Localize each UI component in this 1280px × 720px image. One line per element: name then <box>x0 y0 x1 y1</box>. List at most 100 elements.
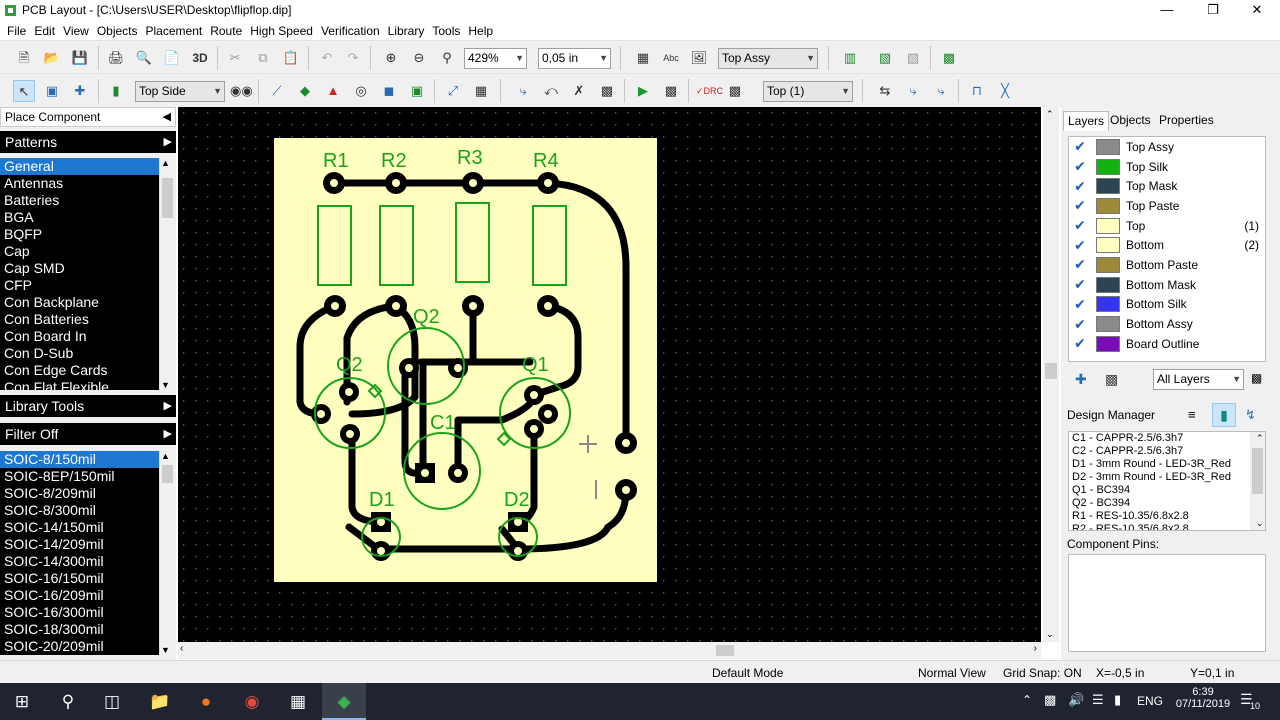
list-item[interactable]: SOIC-16/300mil <box>0 604 159 621</box>
layer-color-swatch[interactable] <box>1096 335 1120 352</box>
layer-row[interactable]: ✔ Top Mask <box>1069 176 1265 196</box>
filter-off-header[interactable]: Filter Off ▶ <box>0 423 176 445</box>
list-item[interactable]: General <box>0 158 159 175</box>
circle-pad-icon[interactable]: ◎ <box>350 80 372 102</box>
list-item[interactable]: SOIC-20/209mil <box>0 638 159 655</box>
trace-alt-icon[interactable]: ⤷ <box>930 80 952 102</box>
layer-options-icon[interactable]: ▩ <box>1251 371 1262 385</box>
clock[interactable]: 6:39 07/11/2019 <box>1172 686 1234 710</box>
footprints-scrollbar[interactable]: ▲ ▼ <box>159 451 175 655</box>
scroll-up-icon[interactable]: ▲ <box>161 158 170 168</box>
dm-nets-icon[interactable]: ↯ <box>1245 407 1256 423</box>
redo-icon[interactable]: ↷ <box>342 47 364 69</box>
list-item[interactable]: Con Batteries <box>0 311 159 328</box>
layer-row[interactable]: ✔ Top Assy <box>1069 137 1265 157</box>
grid-icon[interactable]: ▦ <box>470 80 492 102</box>
search-icon[interactable]: ⚲ <box>46 683 90 720</box>
list-item[interactable]: BGA <box>0 209 159 226</box>
select-area-icon[interactable]: ▣ <box>41 80 63 102</box>
checkbox-icon[interactable]: ✔ <box>1069 197 1091 214</box>
scroll-left-icon[interactable]: ‹ <box>180 643 183 654</box>
layer-color-swatch[interactable] <box>1096 138 1120 155</box>
checkbox-icon[interactable]: ✔ <box>1069 178 1091 195</box>
list-item[interactable]: Batteries <box>0 192 159 209</box>
scroll-thumb[interactable] <box>716 645 734 656</box>
via-icon[interactable]: ▲ <box>322 80 344 102</box>
canvas-vertical-scrollbar[interactable]: ⌃ ⌄ <box>1043 107 1059 642</box>
layer-row[interactable]: ✔ Top Paste <box>1069 196 1265 216</box>
tab-objects[interactable]: Objects <box>1106 111 1155 131</box>
minimize-button[interactable]: — <box>1144 0 1190 21</box>
scroll-right-icon[interactable]: › <box>1034 643 1037 654</box>
signal-alt-icon[interactable]: ╳ <box>994 80 1016 102</box>
list-item[interactable]: Con Board In <box>0 328 159 345</box>
menu-placement[interactable]: Placement <box>142 24 207 38</box>
list-item[interactable]: Con Edge Cards <box>0 362 159 379</box>
list-item[interactable]: Con Backplane <box>0 294 159 311</box>
patterns-scrollbar[interactable]: ▲ ▼ <box>159 158 175 390</box>
windows-start-icon[interactable]: ⊞ <box>0 683 44 720</box>
print-icon[interactable]: 🖨 <box>105 47 127 69</box>
zoom-fit-icon[interactable]: ⚲ <box>436 47 458 69</box>
menu-help[interactable]: Help <box>464 24 497 38</box>
list-item[interactable]: SOIC-8EP/150mil <box>0 468 159 485</box>
grid-select[interactable]: 0,05 in ▼ <box>538 48 611 69</box>
zoom-in-icon[interactable]: ⊕ <box>380 47 402 69</box>
tab-layers[interactable]: Layers <box>1063 111 1110 131</box>
scroll-thumb[interactable] <box>1045 363 1057 379</box>
list-item[interactable]: Con D-Sub <box>0 345 159 362</box>
layer-row[interactable]: ✔ Bottom Paste <box>1069 255 1265 275</box>
collapse-left-icon[interactable]: ◀ <box>163 110 171 123</box>
list-item[interactable]: C1 - CAPPR-2.5/6.3h7 <box>1069 432 1265 445</box>
menu-file[interactable]: File <box>3 24 30 38</box>
task-view-icon[interactable]: ◫ <box>90 683 134 720</box>
zoom-out-icon[interactable]: ⊖ <box>408 47 430 69</box>
binoculars-icon[interactable]: ◉◉ <box>230 80 253 102</box>
scroll-down-icon[interactable]: ⌄ <box>1253 517 1264 530</box>
checkbox-icon[interactable]: ✔ <box>1069 296 1091 313</box>
polygon-icon[interactable]: ◼ <box>378 80 400 102</box>
scroll-down-icon[interactable]: ▼ <box>161 380 170 390</box>
crosshair-icon[interactable]: ✚ <box>69 80 91 102</box>
component-list-scrollbar[interactable]: ⌃ ⌄ <box>1250 432 1265 530</box>
layer-color-swatch[interactable] <box>1096 197 1120 214</box>
menu-view[interactable]: View <box>59 24 93 38</box>
menu-tools[interactable]: Tools <box>428 24 464 38</box>
component-icon[interactable]: ▥ <box>839 47 861 69</box>
layer-color-swatch[interactable] <box>1096 296 1120 313</box>
dimension-icon[interactable]: ⤢ <box>442 80 464 102</box>
cut-icon[interactable]: ✂ <box>224 47 246 69</box>
net-icon[interactable]: ▧ <box>874 47 896 69</box>
layer-color-swatch[interactable] <box>1096 217 1120 234</box>
assy-layer-select[interactable]: Top Assy ▼ <box>718 48 818 69</box>
pad-icon[interactable]: ◆ <box>294 80 316 102</box>
open-file-icon[interactable]: 📂 <box>41 47 63 69</box>
scroll-up-icon[interactable]: ⌃ <box>1253 432 1264 445</box>
layer-color-swatch[interactable] <box>1096 237 1120 254</box>
chrome-icon[interactable]: ◉ <box>230 683 274 720</box>
scroll-down-icon[interactable]: ▼ <box>161 645 170 655</box>
layer-settings-icon[interactable]: ▩ <box>1105 371 1118 388</box>
scroll-up-icon[interactable]: ⌃ <box>1046 109 1054 120</box>
canvas-horizontal-scrollbar[interactable]: ‹ › <box>178 642 1041 659</box>
checkbox-icon[interactable]: ✔ <box>1069 138 1091 155</box>
route-options-icon[interactable]: ▩ <box>596 80 618 102</box>
list-item[interactable]: SOIC-14/209mil <box>0 536 159 553</box>
checkbox-icon[interactable]: ✔ <box>1069 256 1091 273</box>
place-component-header[interactable]: Place Component ◀ <box>0 107 176 127</box>
3d-view-button[interactable]: 3D <box>189 47 211 69</box>
menu-objects[interactable]: Objects <box>93 24 142 38</box>
pcb-canvas[interactable]: R1 R2 R3 R4 Q2 Q2 Q1 C1 D1 D2 <box>178 107 1041 642</box>
select-arrow-icon[interactable]: ↖ <box>13 80 35 102</box>
layer-filter-select[interactable]: All Layers ▼ <box>1153 369 1244 390</box>
layer-color-swatch[interactable] <box>1096 178 1120 195</box>
scroll-down-icon[interactable]: ⌄ <box>1046 629 1054 640</box>
list-item[interactable]: SOIC-14/300mil <box>0 553 159 570</box>
show-hidden-icons-icon[interactable]: ⌃ <box>1022 693 1032 707</box>
checkbox-icon[interactable]: ✔ <box>1069 335 1091 352</box>
layer-row[interactable]: ✔ Bottom Mask <box>1069 275 1265 295</box>
pcb-app-icon[interactable]: ◆ <box>322 683 366 720</box>
list-item[interactable]: SOIC-8/209mil <box>0 485 159 502</box>
zoom-select[interactable]: 429% ▼ <box>464 48 527 69</box>
list-item[interactable]: SOIC-16/209mil <box>0 587 159 604</box>
